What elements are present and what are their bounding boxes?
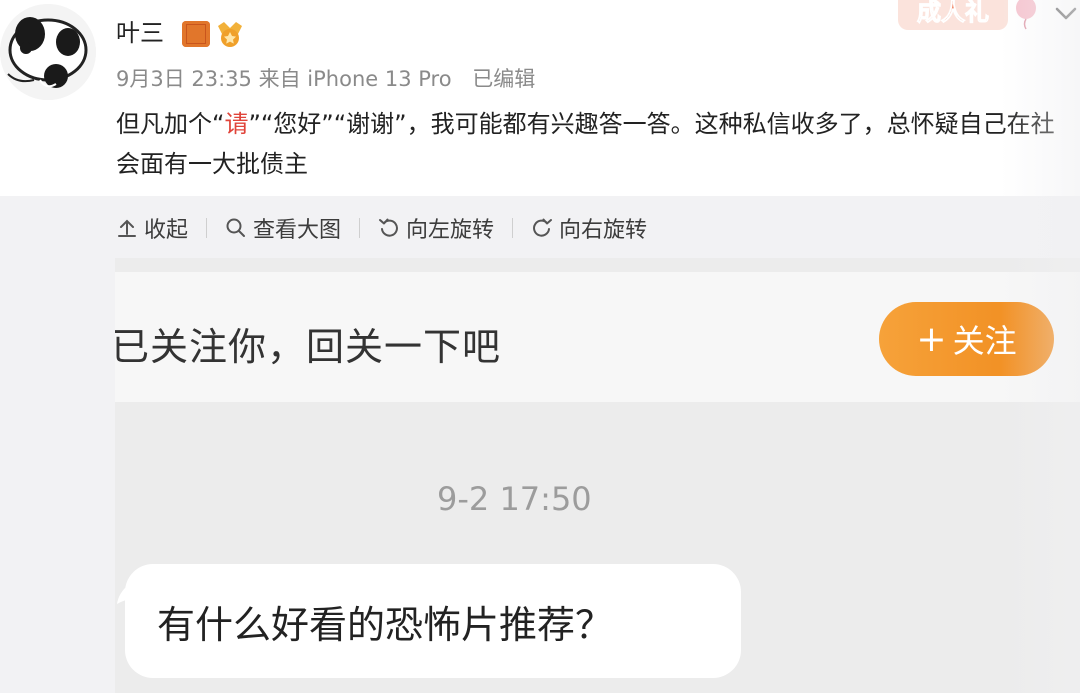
- toolbar-divider: [359, 218, 361, 238]
- promo-label: 成人礼: [917, 0, 989, 26]
- message-text: 有什么好看的恐怖片推荐？: [157, 602, 614, 647]
- search-icon: [226, 218, 246, 237]
- rotate-left-label: 向左旋转: [406, 218, 495, 243]
- avatar-image: [0, 4, 96, 100]
- view-large-button[interactable]: 查看大图: [225, 212, 341, 244]
- toolbar-divider: [206, 218, 208, 238]
- image-panel: 收起 查看大图 向左旋转 向右旋转 已关注你，回关一下吧 + 关注 9-2 17…: [0, 196, 1080, 693]
- post-text-part2: ”“您好”“谢谢”，我可能都有兴趣答一答。这种私信收多了，总怀疑自己在社会面有一…: [116, 110, 1055, 178]
- edited-label[interactable]: 已编辑: [472, 67, 535, 91]
- collapse-icon: [118, 219, 136, 237]
- message-timestamp: 9-2 17:50: [437, 480, 592, 518]
- toolbar-divider: [512, 218, 514, 238]
- post-source[interactable]: 来自 iPhone 13 Pro: [259, 67, 452, 91]
- rotate-right-label: 向右旋转: [559, 218, 648, 243]
- chevron-down-icon[interactable]: [1052, 4, 1080, 24]
- collapse-button[interactable]: 收起: [116, 212, 188, 244]
- post-text: 但凡加个“请”“您好”“谢谢”，我可能都有兴趣答一答。这种私信收多了，总怀疑自己…: [116, 104, 1066, 184]
- follow-prompt-text: 已关注你，回关一下吧: [115, 325, 502, 369]
- promo-banner[interactable]: 成人礼: [898, 0, 1008, 30]
- image-toolbar: 收起 查看大图 向左旋转 向右旋转: [116, 210, 647, 246]
- post-text-highlight: 请: [224, 110, 249, 138]
- follow-button: + 关注: [879, 302, 1054, 376]
- follow-button-label: 关注: [952, 322, 1017, 360]
- plus-icon: +: [916, 318, 947, 360]
- post-meta: 9月3日 23:35 来自 iPhone 13 Pro 已编辑: [116, 64, 535, 94]
- message-bubble: 有什么好看的恐怖片推荐？: [125, 564, 741, 678]
- rotate-right-icon: [533, 218, 553, 237]
- username[interactable]: 叶三: [116, 17, 164, 49]
- post-text-part1: 但凡加个“: [116, 110, 225, 138]
- post-date: 9月3日 23:35: [116, 67, 252, 91]
- follow-prompt-bar: 已关注你，回关一下吧 + 关注: [115, 272, 1080, 402]
- view-large-label: 查看大图: [253, 218, 342, 243]
- verified-icon: [182, 21, 210, 47]
- collapse-label: 收起: [144, 218, 189, 243]
- rotate-left-button[interactable]: 向左旋转: [378, 212, 494, 244]
- rotate-left-icon: [379, 218, 398, 237]
- weibo-post: 叶三 9月3日 23:35 来自 iPhone 13 Pro 已编辑 但凡加个“…: [0, 0, 1080, 693]
- medal-icon: [214, 18, 246, 50]
- avatar[interactable]: [0, 4, 96, 100]
- attached-image[interactable]: 已关注你，回关一下吧 + 关注 9-2 17:50 有什么好看的恐怖片推荐？: [115, 258, 1080, 693]
- rotate-right-button[interactable]: 向右旋转: [531, 212, 647, 244]
- balloon-icon: [1012, 0, 1040, 30]
